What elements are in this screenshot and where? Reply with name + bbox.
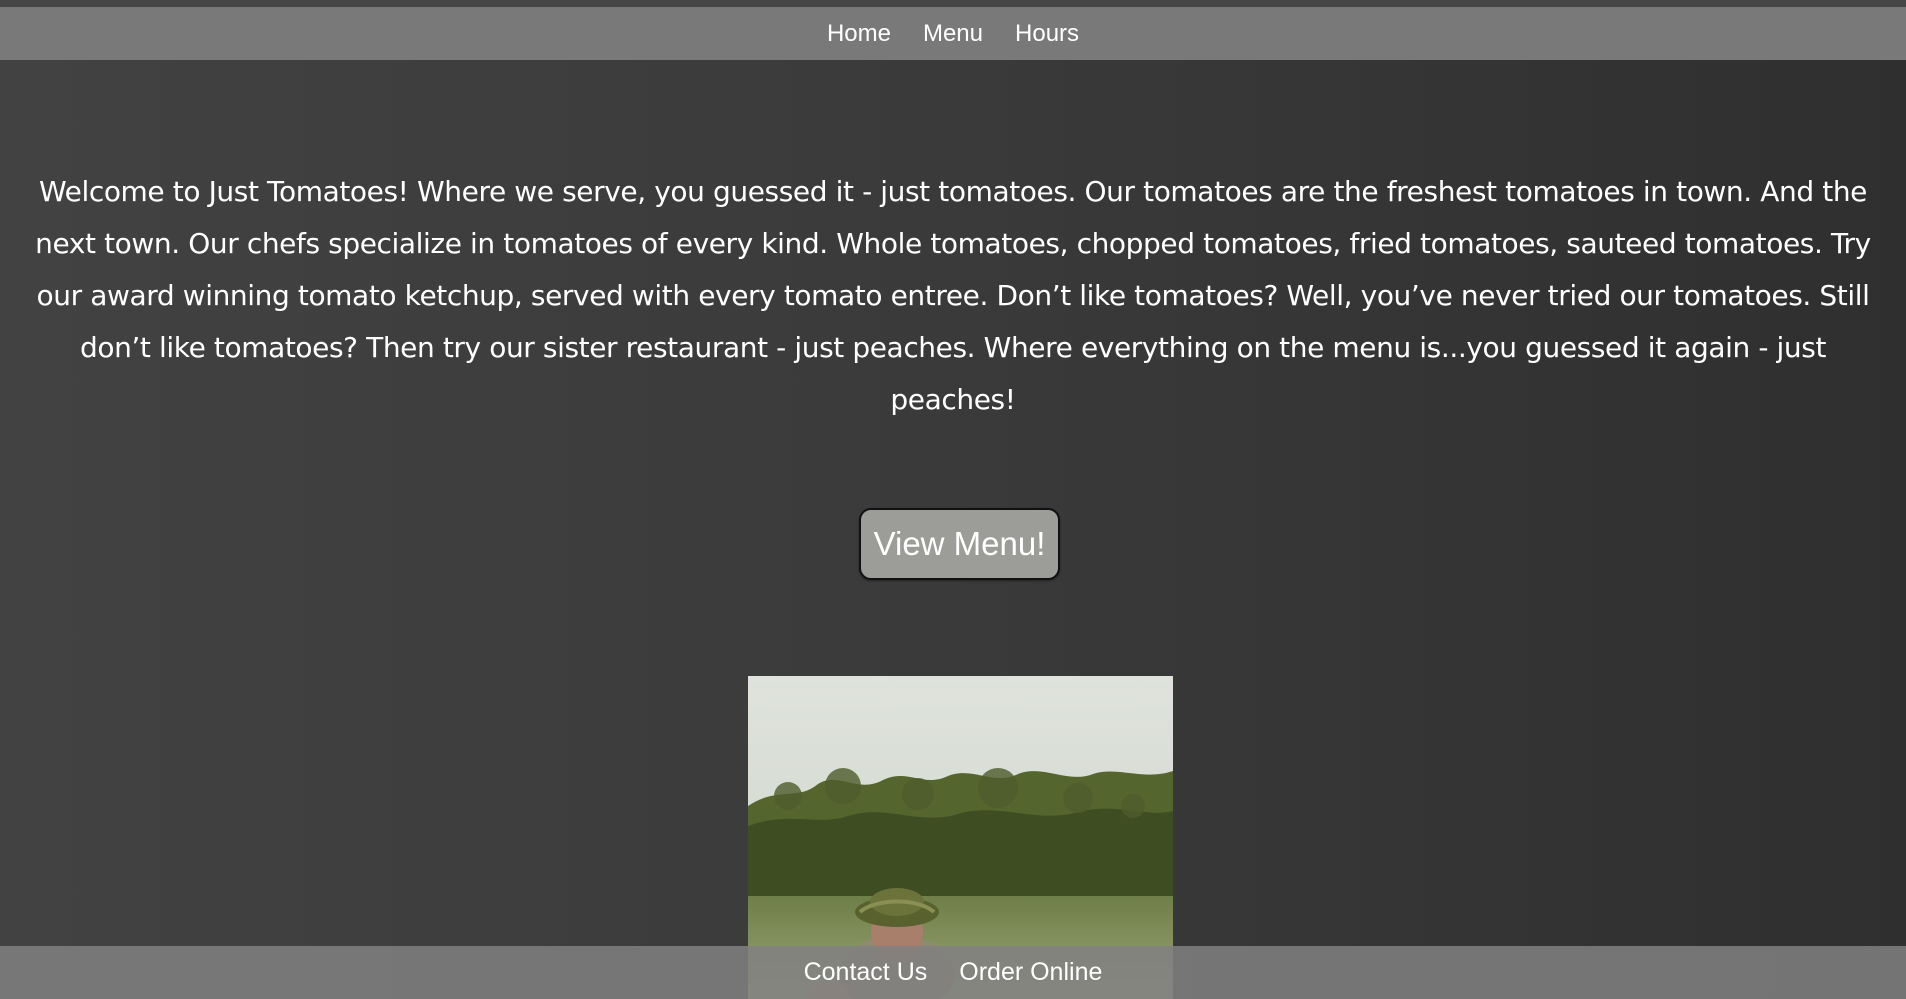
footer-link-contact-us[interactable]: Contact Us [804, 958, 928, 987]
nav-link-hours[interactable]: Hours [1015, 20, 1079, 48]
footer-navigation: Contact Us Order Online [0, 946, 1906, 999]
nav-link-menu[interactable]: Menu [923, 20, 983, 48]
intro-paragraph: Welcome to Just Tomatoes! Where we serve… [35, 175, 1871, 416]
top-strip [0, 0, 1906, 7]
top-navigation: Home Menu Hours [0, 7, 1906, 60]
nav-link-home[interactable]: Home [827, 20, 891, 48]
view-menu-button[interactable]: View Menu! [859, 508, 1060, 580]
footer-link-order-online[interactable]: Order Online [959, 958, 1102, 987]
